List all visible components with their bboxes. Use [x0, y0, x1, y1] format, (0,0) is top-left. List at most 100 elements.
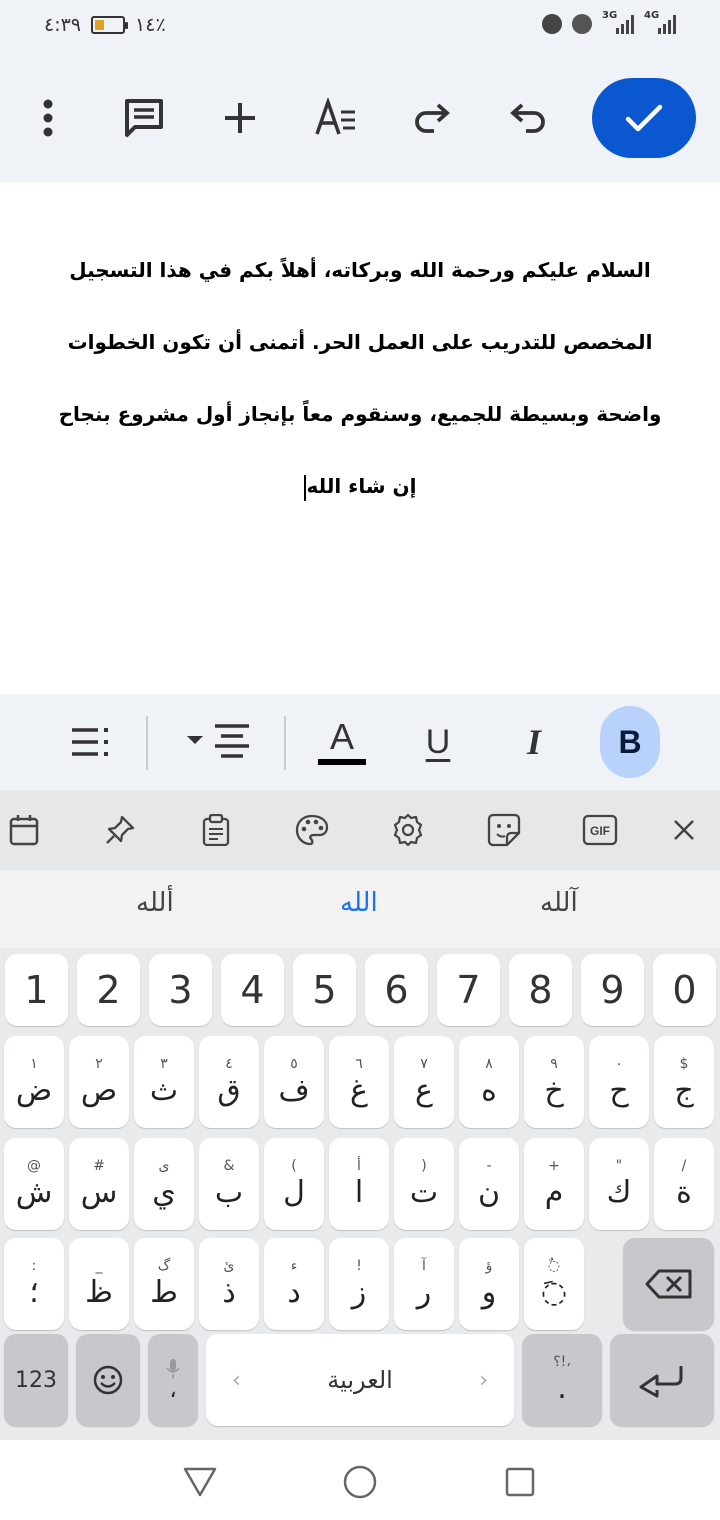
undo-button[interactable] — [500, 86, 556, 150]
text-format-icon — [315, 98, 355, 135]
key-number[interactable]: 3 — [149, 954, 212, 1026]
enter-key[interactable] — [610, 1334, 714, 1426]
clipboard-button[interactable] — [194, 808, 238, 852]
redo-button[interactable] — [404, 86, 460, 150]
keyboard-toolbar: GIF — [0, 790, 720, 870]
done-button[interactable] — [592, 78, 696, 158]
key-number[interactable]: 7 — [437, 954, 500, 1026]
chrome-icon — [572, 14, 592, 34]
key-letter[interactable]: ٧ع — [394, 1036, 454, 1128]
chevron-left-icon: ‹ — [232, 1368, 241, 1393]
recents-square-icon — [505, 1467, 535, 1497]
key-letter[interactable]: آر — [394, 1238, 454, 1330]
key-letter[interactable]: $ ج — [654, 1036, 714, 1128]
key-letter[interactable]: " ك — [589, 1138, 649, 1230]
key-letter[interactable]: ٦غ — [329, 1036, 389, 1128]
key-diacritic[interactable]: ◌ٌ ◌َ — [524, 1238, 584, 1330]
key-letter[interactable]: ٤ق — [199, 1036, 259, 1128]
key-number[interactable]: 0 — [653, 954, 716, 1026]
recents-nav-button[interactable] — [500, 1462, 540, 1502]
battery-icon — [91, 16, 129, 34]
key-letter[interactable]: / ة — [654, 1138, 714, 1230]
italic-button[interactable]: I — [504, 708, 564, 776]
key-number[interactable]: 9 — [581, 954, 644, 1026]
comma-key[interactable]: ، — [148, 1334, 198, 1426]
key-number[interactable]: 1 — [5, 954, 68, 1026]
key-letter[interactable]: ٠ح — [589, 1036, 649, 1128]
pin-button[interactable] — [98, 808, 142, 852]
signal-icon-3g: 3G — [602, 10, 634, 34]
battery-percent: ١٤٪ — [135, 14, 166, 36]
key-letter[interactable]: ٢ص — [69, 1036, 129, 1128]
key-letter[interactable]: گط — [134, 1238, 194, 1330]
key-number[interactable]: 4 — [221, 954, 284, 1026]
suggestion-item-primary[interactable]: الله — [340, 888, 378, 918]
comment-icon — [125, 99, 163, 137]
smiley-icon — [93, 1365, 123, 1395]
key-letter[interactable]: (ل — [264, 1138, 324, 1230]
key-letter[interactable]: ) ت — [394, 1138, 454, 1230]
gif-button[interactable]: GIF — [578, 808, 622, 852]
suggestion-item[interactable]: آلله — [540, 888, 578, 918]
signal-icon-4g: 4G — [644, 10, 676, 34]
text-format-button[interactable] — [308, 86, 364, 150]
key-letter[interactable]: # س — [69, 1138, 129, 1230]
back-nav-button[interactable] — [180, 1462, 220, 1502]
theme-button[interactable] — [290, 808, 334, 852]
comment-button[interactable] — [116, 86, 172, 150]
gear-icon — [393, 813, 423, 847]
more-options-button[interactable] — [20, 86, 76, 150]
list-button[interactable] — [60, 708, 120, 776]
divider — [146, 716, 148, 770]
key-letter[interactable]: ؤو — [459, 1238, 519, 1330]
divider — [284, 716, 286, 770]
text-cursor — [303, 474, 306, 501]
key-letter[interactable]: @ ش — [4, 1138, 64, 1230]
key-letter[interactable]: -ن — [459, 1138, 519, 1230]
settings-button[interactable] — [386, 808, 430, 852]
redo-icon — [415, 103, 450, 133]
key-number[interactable]: 8 — [509, 954, 572, 1026]
underline-button[interactable]: U — [408, 708, 468, 776]
status-bar: ٤:٣٩ ١٤٪ 3G 4G — [0, 0, 720, 56]
home-nav-button[interactable] — [340, 1462, 380, 1502]
key-letter[interactable]: : ؛ — [4, 1238, 64, 1330]
key-letter[interactable]: ئذ — [199, 1238, 259, 1330]
key-letter[interactable]: ! ز — [329, 1238, 389, 1330]
backspace-key[interactable] — [623, 1238, 714, 1330]
key-letter[interactable]: أا — [329, 1138, 389, 1230]
calendar-button[interactable] — [2, 808, 46, 852]
insert-button[interactable] — [212, 86, 268, 150]
period-key[interactable]: ؟!،. — [522, 1334, 602, 1426]
text-color-button[interactable]: A — [312, 708, 372, 776]
key-number[interactable]: 5 — [293, 954, 356, 1026]
numeric-mode-key[interactable]: 123 — [4, 1334, 68, 1426]
key-letter[interactable]: ٥ف — [264, 1036, 324, 1128]
space-key[interactable]: ‹ العربية › — [206, 1334, 514, 1426]
key-number[interactable]: 6 — [365, 954, 428, 1026]
key-number[interactable]: 2 — [77, 954, 140, 1026]
key-letter[interactable]: ٨ه — [459, 1036, 519, 1128]
key-letter[interactable]: ٩خ — [524, 1036, 584, 1128]
document-body[interactable]: السلام عليكم ورحمة الله وبركاته، أهلاً ب… — [0, 182, 720, 694]
key-letter[interactable]: _ ظ — [69, 1238, 129, 1330]
key-letter[interactable]: ٣ث — [134, 1036, 194, 1128]
suggestion-item[interactable]: ألله — [136, 888, 174, 918]
sticker-button[interactable] — [482, 808, 526, 852]
key-letter[interactable]: & ب — [199, 1138, 259, 1230]
format-toolbar: A U I B — [0, 694, 720, 790]
key-letter[interactable]: ١ض — [4, 1036, 64, 1128]
key-letter[interactable]: ءد — [264, 1238, 324, 1330]
keyboard: 1 2 3 4 5 6 7 8 9 0 ١ض ٢ص ٣ث ٤ق ٥ف ٦غ ٧ع… — [0, 948, 720, 1440]
key-letter[interactable]: ىي — [134, 1138, 194, 1230]
emoji-key[interactable] — [76, 1334, 140, 1426]
alignment-button[interactable] — [180, 708, 256, 776]
palette-icon — [295, 814, 329, 846]
bold-button[interactable]: B — [600, 706, 660, 778]
document-text[interactable]: السلام عليكم ورحمة الله وبركاته، أهلاً ب… — [40, 234, 680, 522]
key-letter[interactable]: + م — [524, 1138, 584, 1230]
close-toolbar-button[interactable] — [662, 808, 706, 852]
back-triangle-icon — [183, 1467, 217, 1497]
undo-icon — [510, 103, 545, 133]
backspace-icon — [645, 1269, 691, 1299]
